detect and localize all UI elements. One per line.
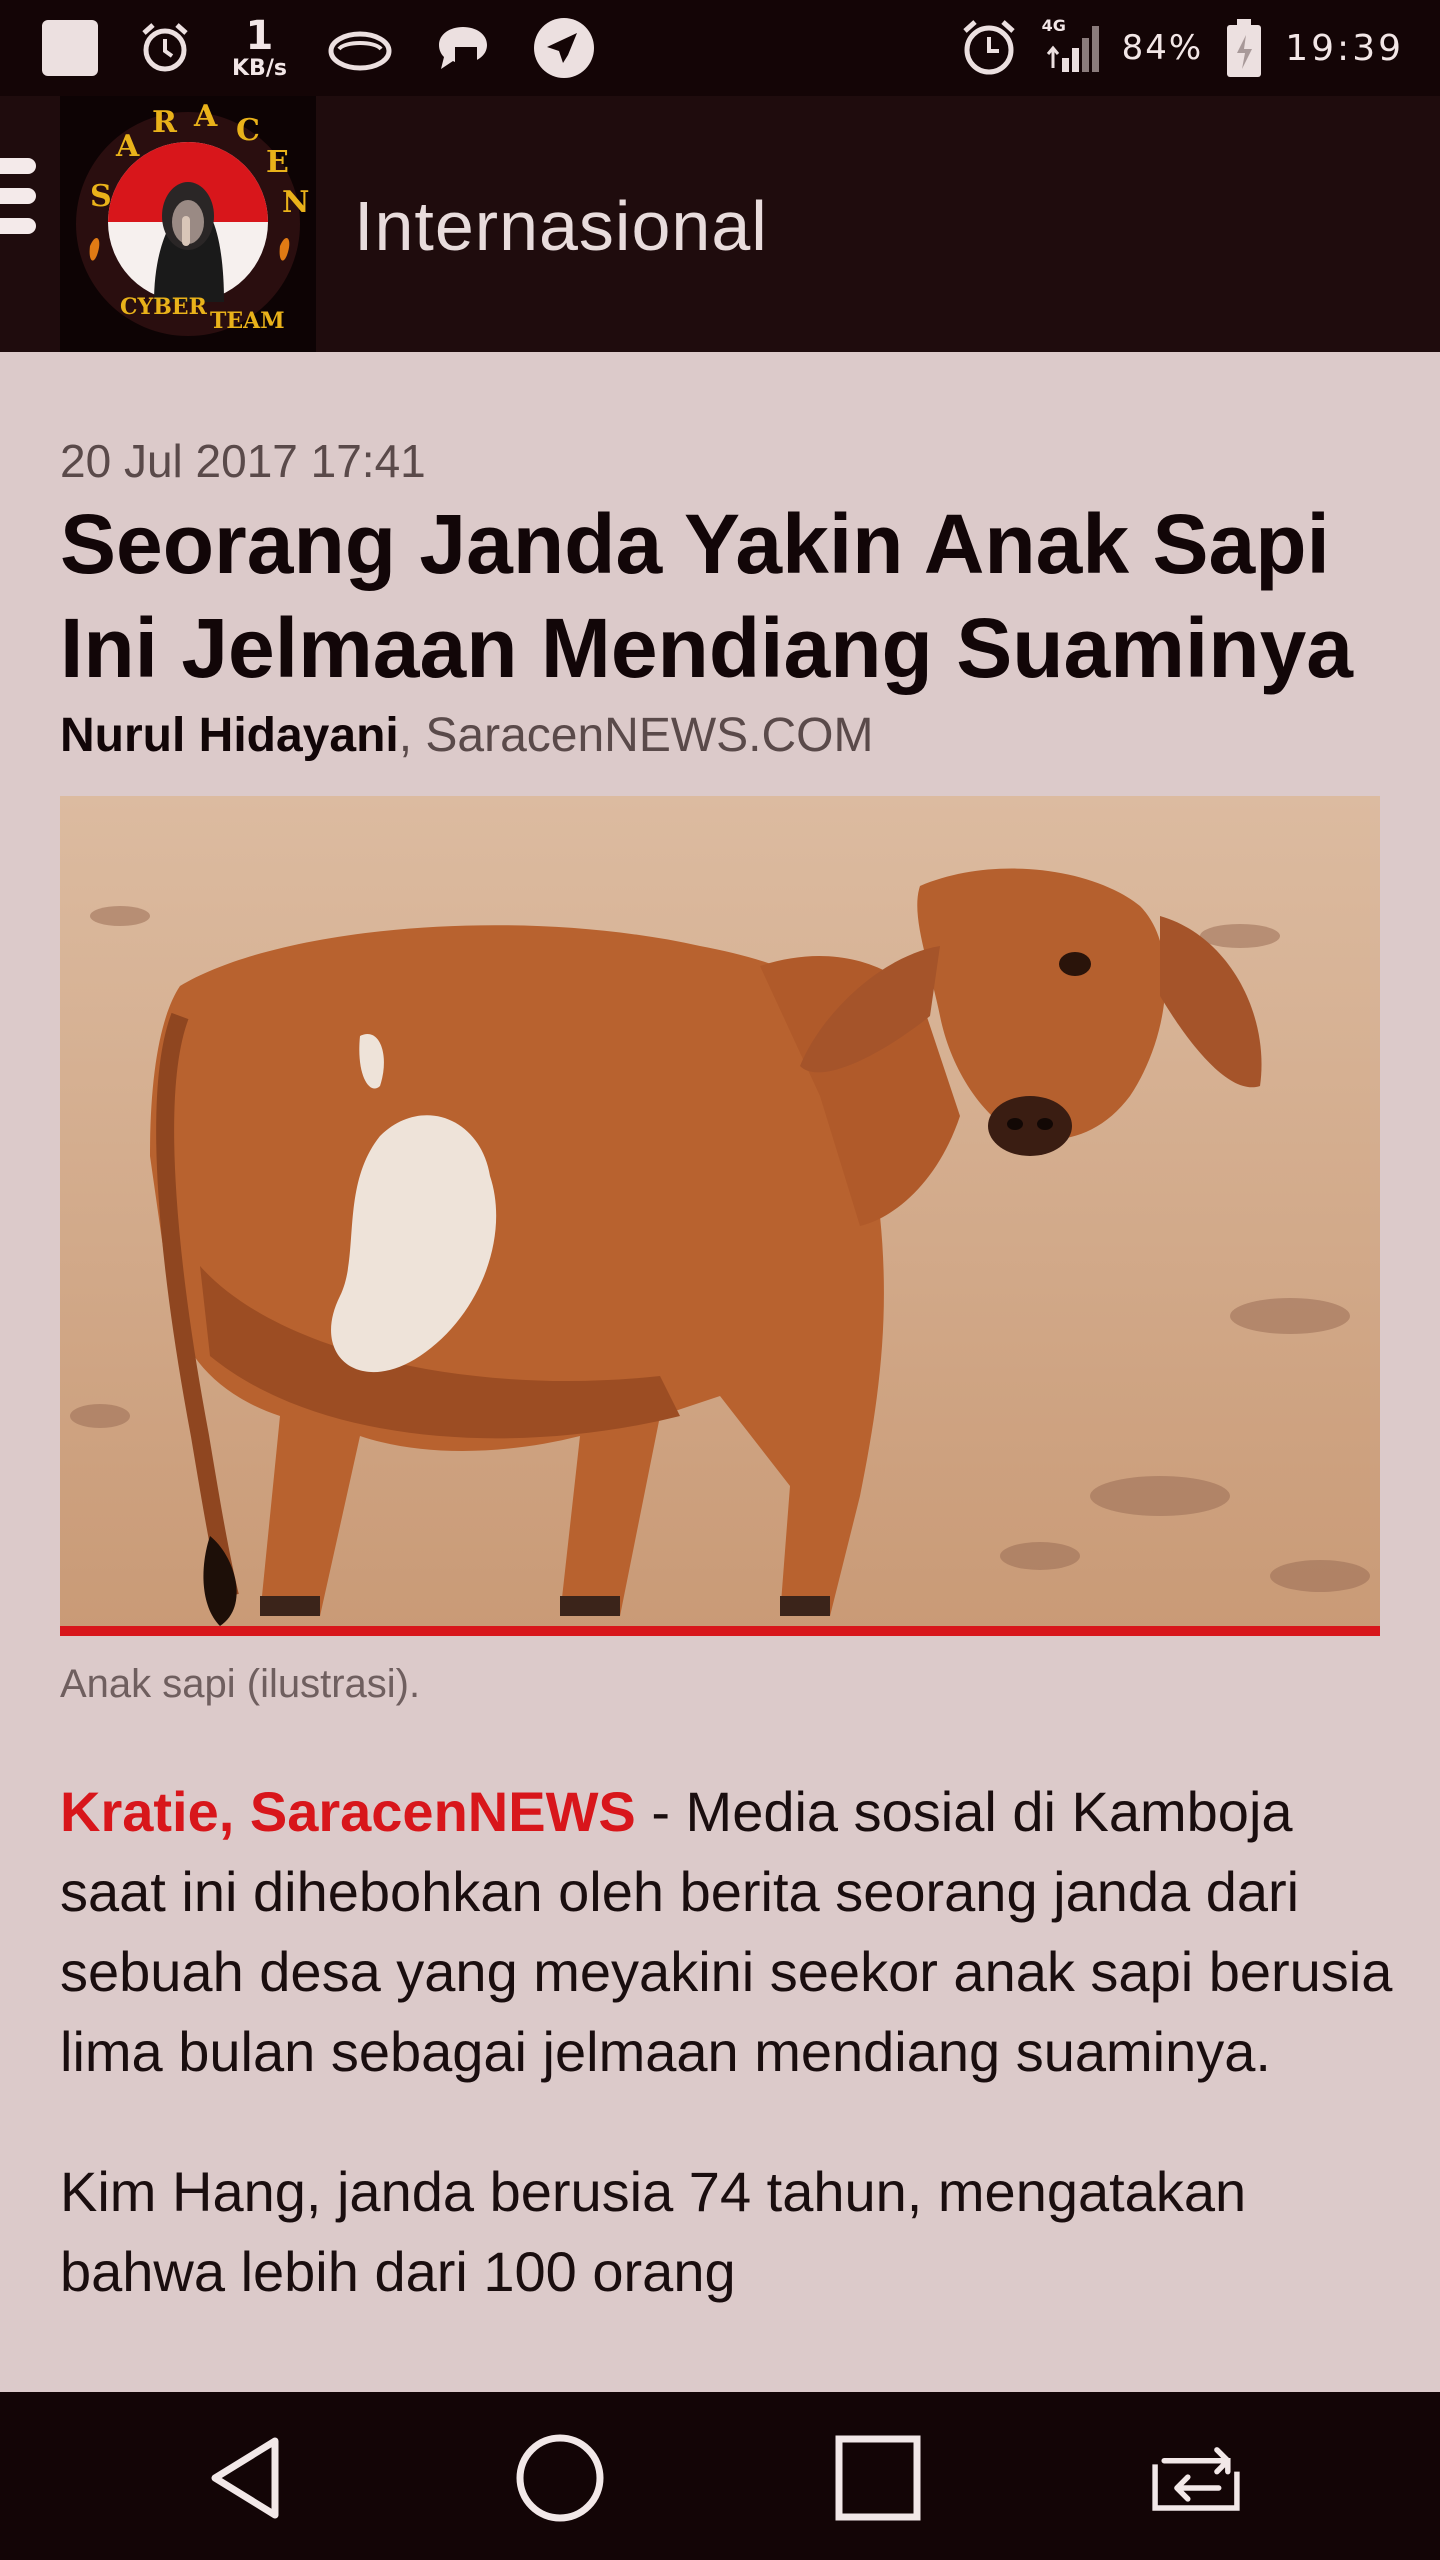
home-icon[interactable] — [510, 2428, 610, 2528]
network-type: 4G — [1041, 16, 1066, 35]
svg-text:S: S — [90, 179, 112, 214]
svg-text:E: E — [266, 145, 289, 180]
status-bar-right: 4G 84% 19:39 — [958, 16, 1404, 79]
svg-text:R: R — [152, 105, 178, 140]
author-name[interactable]: Nurul Hidayani — [60, 709, 399, 762]
battery-percent: 84% — [1121, 28, 1204, 68]
hero-image[interactable] — [60, 796, 1380, 1636]
section-title: Internasional — [354, 187, 768, 265]
network-speed: 1 KB/s — [232, 16, 287, 80]
paragraph: Kim Hang, janda berusia 74 tahun, mengat… — [60, 2160, 1247, 2303]
alarm-icon — [138, 21, 192, 75]
clock: 19:39 — [1285, 27, 1404, 69]
signal-icon: 4G — [1042, 16, 1100, 76]
paragraph: Kratie, SaracenNEWS - Media sosial di Ka… — [60, 1772, 1400, 2092]
svg-text:TEAM: TEAM — [210, 308, 285, 334]
status-bar: 1 KB/s 4G 84% 19:39 — [0, 0, 1440, 96]
article-body: Kratie, SaracenNEWS - Media sosial di Ka… — [60, 1772, 1400, 2372]
messenger-icon — [433, 23, 493, 73]
article-date: 20 Jul 2017 17:41 — [60, 435, 426, 487]
article-headline: Seorang Janda Yakin Anak Sapi Ini Jelmaa… — [60, 497, 1354, 695]
svg-text:CYBER: CYBER — [120, 294, 208, 320]
image-caption: Anak sapi (ilustrasi). — [60, 1662, 421, 1706]
switch-app-icon[interactable] — [1146, 2428, 1246, 2528]
app-header: S A R A C E N CYBER TEAM Internasional — [0, 96, 1440, 352]
status-bar-left: 1 KB/s — [42, 16, 635, 80]
telegram-icon — [533, 17, 595, 79]
back-icon[interactable] — [196, 2428, 296, 2528]
recents-icon[interactable] — [828, 2428, 928, 2528]
hamburger-menu-icon[interactable] — [0, 158, 38, 268]
saracen-logo[interactable]: S A R A C E N CYBER TEAM — [60, 96, 316, 352]
network-speed-value: 1 — [245, 13, 274, 59]
byline: Nurul Hidayani, SaracenNEWS.COM — [60, 708, 874, 763]
source-name: , SaracenNEWS.COM — [398, 709, 874, 762]
battery-icon — [1225, 17, 1263, 79]
svg-text:C: C — [236, 113, 260, 148]
navigation-bar — [0, 2392, 1440, 2560]
svg-text:A: A — [193, 99, 218, 134]
network-speed-unit: KB/s — [232, 56, 287, 81]
cloud-icon — [327, 23, 393, 73]
notification-square-icon — [42, 20, 98, 76]
dateline: Kratie, SaracenNEWS — [60, 1780, 636, 1843]
hero-accent-bar — [60, 1626, 1380, 1636]
alarm-icon — [958, 17, 1020, 79]
svg-text:A: A — [115, 129, 140, 164]
svg-text:N: N — [282, 185, 309, 220]
